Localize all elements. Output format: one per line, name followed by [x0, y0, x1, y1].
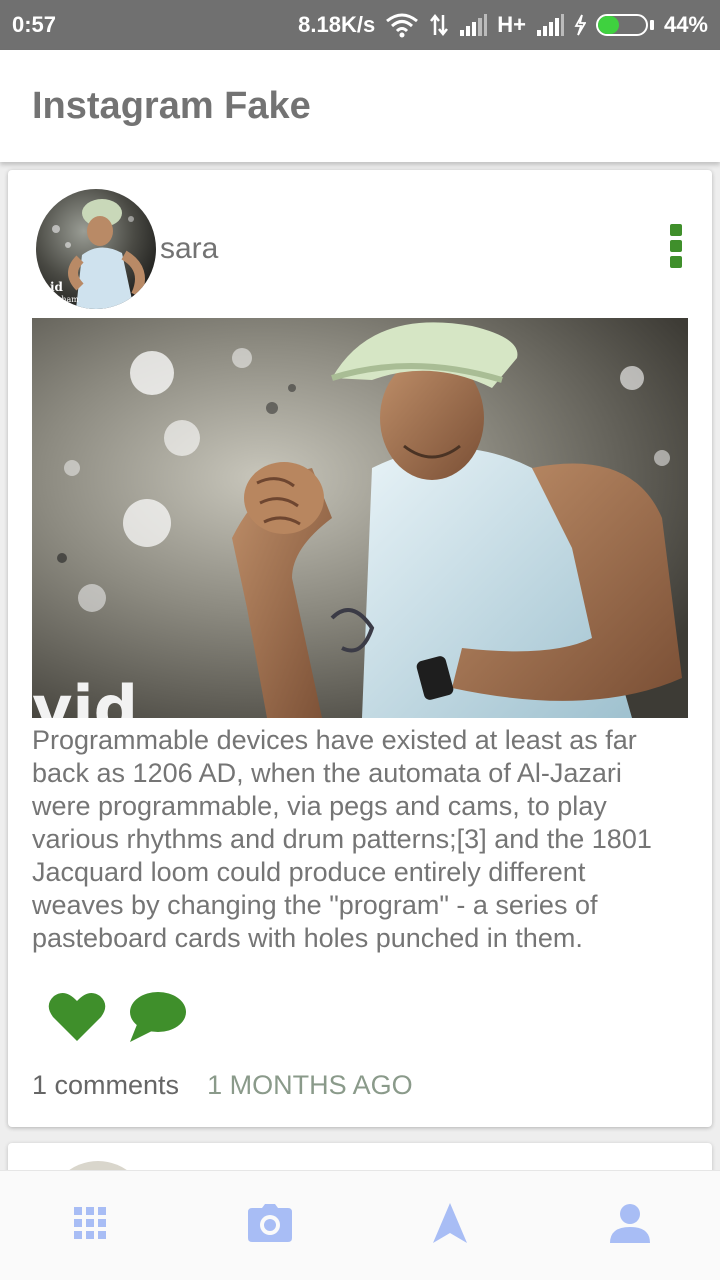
status-time: 0:57	[12, 12, 57, 37]
post-card: id ckham sara vid Programmable devices h…	[8, 170, 712, 1127]
nav-item-navigate[interactable]	[360, 1171, 540, 1280]
battery-icon	[595, 14, 654, 36]
post-username[interactable]: sara	[160, 232, 218, 266]
post-time: 1 MONTHS AGO	[207, 1070, 413, 1100]
bottom-nav	[0, 1170, 720, 1280]
network-type: H+	[497, 12, 526, 37]
post-caption: Programmable devices have existed at lea…	[32, 725, 652, 953]
status-bar: 0:57 8.18K/s H+ 44%	[0, 0, 720, 50]
nav-item-profile[interactable]	[540, 1171, 720, 1280]
battery-fill	[597, 16, 620, 34]
svg-text:vid: vid	[32, 672, 138, 718]
wifi-icon	[385, 12, 419, 38]
more-options-icon[interactable]	[670, 224, 684, 268]
post-meta: 1 comments 1 MONTHS AGO	[32, 1070, 413, 1101]
post-photo[interactable]: vid	[32, 318, 688, 718]
avatar[interactable]: id ckham	[36, 189, 156, 309]
comments-count[interactable]: 1 comments	[32, 1070, 179, 1101]
heart-icon[interactable]	[48, 991, 106, 1048]
data-transfer-icon	[429, 13, 449, 37]
nav-item-camera[interactable]	[180, 1171, 360, 1280]
profile-icon[interactable]	[610, 1203, 650, 1248]
network-speed: 8.18K/s	[298, 12, 376, 37]
navigate-icon[interactable]	[433, 1203, 467, 1248]
signal-icon	[459, 14, 488, 36]
nav-item-grid[interactable]	[0, 1171, 180, 1280]
camera-icon[interactable]	[248, 1204, 292, 1247]
battery-percent: 44%	[663, 12, 708, 37]
post-actions	[48, 990, 188, 1049]
app-bar: Instagram Fake	[0, 50, 720, 162]
svg-text:ckham: ckham	[52, 295, 79, 304]
status-right: 8.18K/s H+ 44%	[298, 12, 708, 38]
signal-icon	[536, 14, 564, 36]
svg-text:id: id	[50, 280, 64, 294]
comment-icon[interactable]	[128, 990, 188, 1049]
grid-icon[interactable]	[74, 1207, 106, 1244]
app-title: Instagram Fake	[32, 84, 311, 127]
charging-icon	[574, 14, 586, 36]
